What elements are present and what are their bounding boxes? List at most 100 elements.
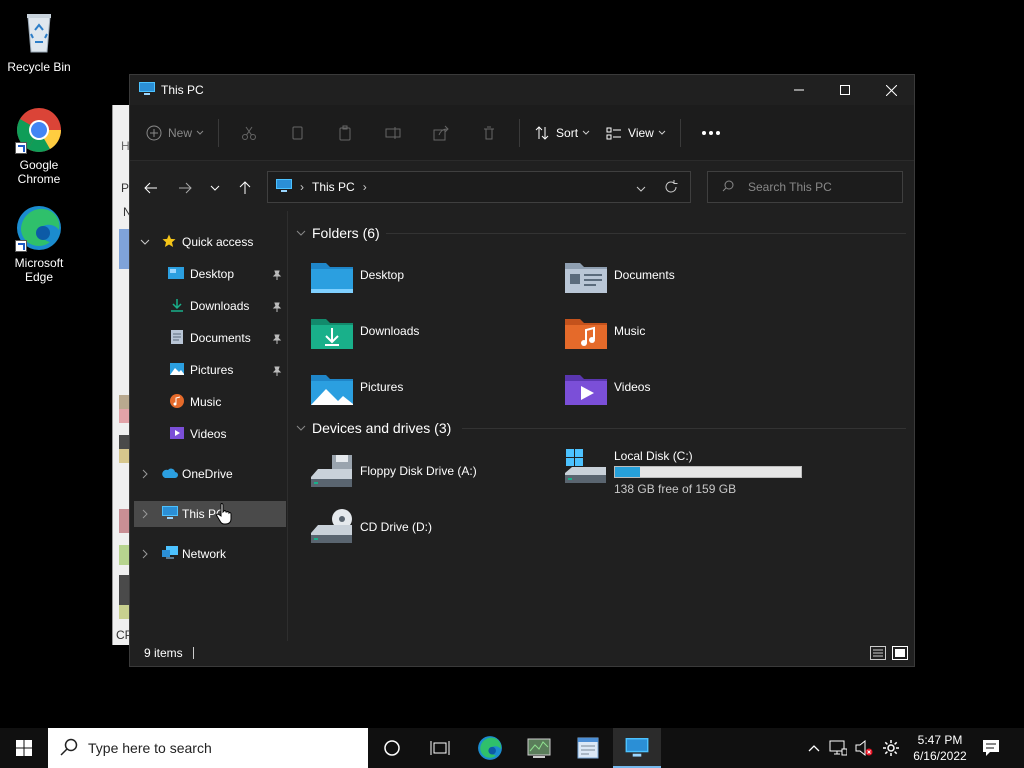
drive-tile-cd[interactable]: CD Drive (D:)	[310, 503, 432, 551]
folder-tile-desktop[interactable]: Desktop	[310, 251, 404, 299]
chevron-right-icon[interactable]	[138, 541, 152, 567]
shortcut-arrow-icon	[15, 240, 27, 252]
download-icon	[170, 298, 184, 315]
chevron-down-icon	[658, 130, 666, 135]
close-button[interactable]	[868, 75, 914, 105]
taskbar-app-button[interactable]	[564, 728, 612, 768]
address-bar[interactable]: › This PC ›	[267, 171, 691, 203]
chevron-up-icon	[808, 745, 820, 752]
drive-tile-floppy[interactable]: Floppy Disk Drive (A:)	[310, 447, 477, 495]
desktop-icon-recycle-bin[interactable]: Recycle Bin	[1, 8, 77, 74]
pin-icon	[272, 333, 282, 344]
sidebar-item-downloads[interactable]: Downloads	[134, 293, 286, 319]
details-view-button[interactable]	[870, 646, 886, 663]
volume-muted-icon	[855, 740, 873, 756]
drive-label: Local Disk (C:)	[614, 449, 693, 463]
status-bar: 9 items	[130, 640, 914, 666]
minimize-button[interactable]	[776, 75, 822, 105]
file-explorer-window: This PC New Sort View › This PC › Search…	[129, 74, 915, 667]
cut-button[interactable]	[225, 117, 273, 149]
taskbar-edge-button[interactable]	[466, 728, 514, 768]
show-hidden-icons-button[interactable]	[804, 728, 824, 768]
sidebar-item-pictures[interactable]: Pictures	[134, 357, 286, 383]
task-manager-icon	[527, 738, 551, 758]
view-label: View	[628, 125, 654, 140]
forward-button[interactable]	[170, 173, 200, 203]
breadcrumb-separator: ›	[362, 180, 367, 194]
pictures-folder-icon	[310, 367, 354, 407]
maximize-icon	[840, 85, 850, 95]
sidebar-item-videos[interactable]: Videos	[134, 421, 286, 447]
chevron-down-icon	[636, 186, 646, 192]
volume-button[interactable]	[852, 728, 876, 768]
search-box[interactable]: Search This PC	[707, 171, 903, 203]
sidebar-item-documents[interactable]: Documents	[134, 325, 286, 351]
taskbar-search-box[interactable]: Type here to search	[48, 728, 368, 768]
pin-icon	[272, 269, 282, 280]
sidebar-item-desktop[interactable]: Desktop	[134, 261, 286, 287]
tiles-view-button[interactable]	[892, 646, 908, 663]
view-button[interactable]: View	[598, 117, 674, 149]
folders-section-header[interactable]: Folders (6)	[296, 221, 380, 245]
share-icon	[433, 125, 449, 140]
rename-button[interactable]	[369, 117, 417, 149]
folder-tile-downloads[interactable]: Downloads	[310, 307, 419, 355]
back-button[interactable]	[136, 173, 166, 203]
disk-usage-bar	[614, 466, 802, 478]
search-icon	[722, 180, 734, 195]
cortana-icon	[384, 740, 400, 756]
refresh-button[interactable]	[664, 180, 678, 197]
address-dropdown-button[interactable]	[636, 182, 646, 196]
maximize-button[interactable]	[822, 75, 868, 105]
action-center-button[interactable]	[976, 728, 1006, 768]
music-folder-icon	[564, 311, 608, 351]
sidebar-item-label: Network	[182, 547, 227, 561]
copy-button[interactable]	[273, 117, 321, 149]
sidebar-item-music[interactable]: Music	[134, 389, 286, 415]
taskbar-file-explorer-button[interactable]	[613, 728, 661, 768]
paste-button[interactable]	[321, 117, 369, 149]
documents-folder-icon	[564, 255, 608, 295]
sidebar-item-this-pc[interactable]: This PC	[134, 501, 286, 527]
delete-button[interactable]	[465, 117, 513, 149]
up-button[interactable]	[230, 173, 260, 203]
desktop-icon-label: Microsoft Edge	[14, 256, 64, 284]
folder-tile-pictures[interactable]: Pictures	[310, 363, 403, 411]
recent-locations-button[interactable]	[200, 173, 230, 203]
chevron-down-icon[interactable]	[138, 229, 152, 255]
sidebar-item-network[interactable]: Network	[134, 541, 286, 567]
settings-tray-button[interactable]	[878, 728, 904, 768]
folder-tile-documents[interactable]: Documents	[564, 251, 675, 299]
chevron-down-icon	[296, 425, 306, 431]
sidebar-item-quick-access[interactable]: Quick access	[134, 229, 286, 255]
drive-tile-local-disk[interactable]: Local Disk (C:) 138 GB free of 159 GB	[564, 447, 802, 496]
sidebar-item-onedrive[interactable]: OneDrive	[134, 461, 286, 487]
desktop-icon-edge[interactable]: Microsoft Edge	[1, 204, 77, 284]
taskbar-search-placeholder: Type here to search	[88, 740, 212, 756]
network-status-button[interactable]	[826, 728, 850, 768]
chevron-right-icon[interactable]	[138, 461, 152, 487]
folder-tile-music[interactable]: Music	[564, 307, 645, 355]
taskbar-task-manager-button[interactable]	[515, 728, 563, 768]
folder-label: Music	[614, 324, 646, 338]
new-button[interactable]: New	[138, 117, 212, 149]
chevron-right-icon[interactable]	[138, 501, 152, 527]
cortana-button[interactable]	[368, 728, 416, 768]
more-options-button[interactable]	[687, 117, 735, 149]
edge-icon	[15, 204, 63, 252]
drive-label: Floppy Disk Drive (A:)	[360, 464, 477, 478]
taskbar-clock[interactable]: 5:47 PM 6/16/2022	[904, 732, 976, 764]
sort-button[interactable]: Sort	[526, 117, 598, 149]
task-view-button[interactable]	[416, 728, 464, 768]
sort-icon	[535, 125, 549, 140]
arrow-right-icon	[179, 182, 192, 194]
drives-section-header[interactable]: Devices and drives (3)	[296, 416, 451, 440]
chevron-down-icon	[196, 130, 204, 135]
folder-tile-videos[interactable]: Videos	[564, 363, 650, 411]
sidebar-item-label: Music	[190, 395, 222, 409]
start-button[interactable]	[0, 728, 48, 768]
network-icon	[162, 545, 178, 563]
breadcrumb-this-pc[interactable]: This PC	[312, 180, 355, 194]
share-button[interactable]	[417, 117, 465, 149]
desktop-icon-chrome[interactable]: Google Chrome	[1, 106, 77, 186]
